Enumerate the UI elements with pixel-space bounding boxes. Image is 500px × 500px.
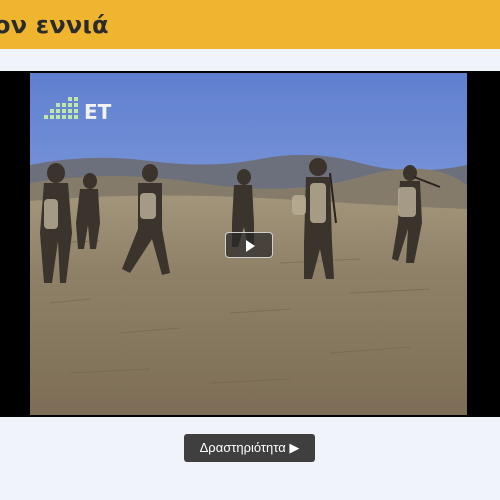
- channel-logo-text: ΕΤ: [84, 100, 112, 123]
- page-title: ον εννιά: [0, 11, 109, 39]
- video-player[interactable]: ΕΤ: [0, 71, 500, 417]
- activity-button[interactable]: Δραστηριότητα ▶: [184, 434, 315, 462]
- channel-logo: ΕΤ: [44, 97, 116, 123]
- play-button[interactable]: [225, 232, 273, 258]
- play-icon: [246, 240, 255, 252]
- channel-logo-mark: ΕΤ: [44, 97, 112, 123]
- page-header: ον εννιά: [0, 0, 500, 49]
